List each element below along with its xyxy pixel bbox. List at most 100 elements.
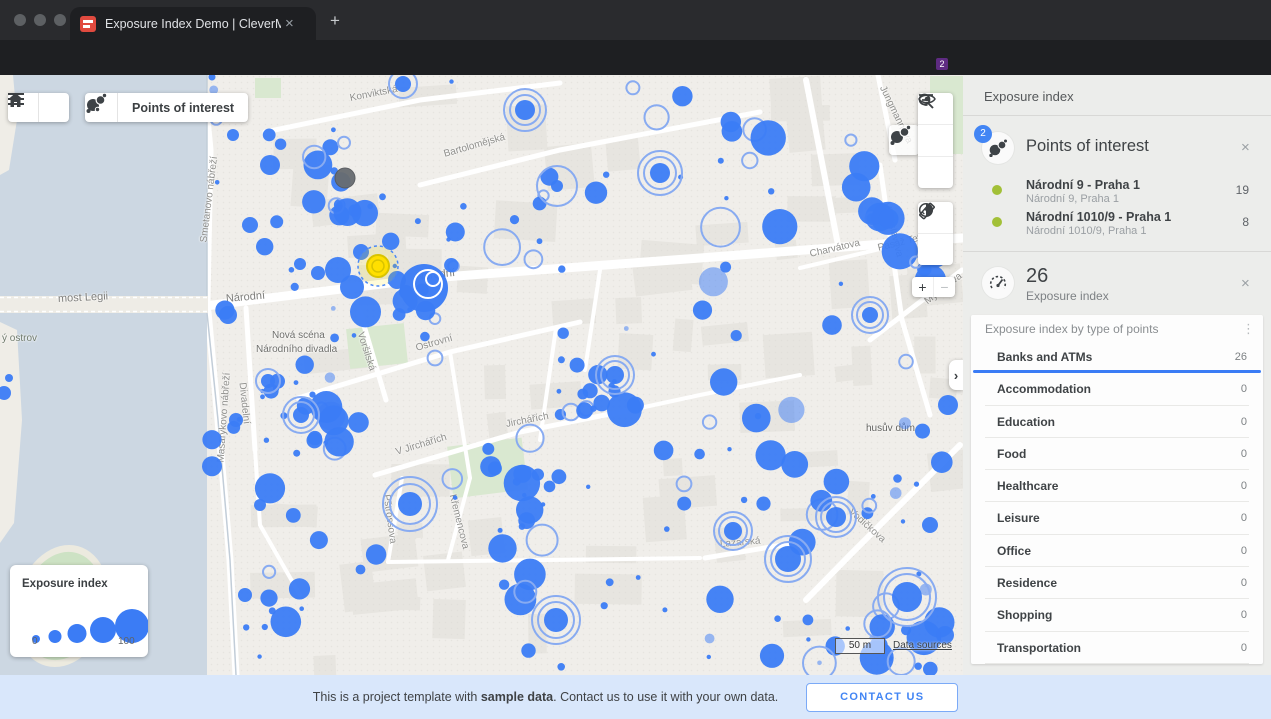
poi-bubble[interactable] xyxy=(842,173,871,202)
poi-bubble[interactable] xyxy=(938,395,958,415)
poi-bubble[interactable] xyxy=(741,497,747,503)
poi-bubble[interactable] xyxy=(515,100,535,120)
poi-bubble[interactable] xyxy=(703,415,716,428)
poi-bubble[interactable] xyxy=(603,172,609,178)
poi-bubble[interactable] xyxy=(310,531,328,549)
poi-bubble[interactable] xyxy=(624,326,629,331)
poi-bubble[interactable] xyxy=(331,127,336,132)
poi-bubble[interactable] xyxy=(727,447,731,451)
poi-bubble[interactable] xyxy=(557,663,565,671)
poi-bubble[interactable] xyxy=(705,634,715,644)
poi-bubble[interactable] xyxy=(395,76,411,92)
poi-bubble[interactable] xyxy=(558,265,565,272)
poi-bubble[interactable] xyxy=(488,461,502,475)
breakdown-row[interactable]: Leisure0 xyxy=(971,502,1263,534)
poi-bubble[interactable] xyxy=(662,607,667,612)
poi-bubble[interactable] xyxy=(263,129,276,142)
poi-bubble[interactable] xyxy=(202,430,221,449)
poi-bubble[interactable] xyxy=(576,402,593,419)
poi-bubble[interactable] xyxy=(601,602,608,609)
map-filter-button[interactable] xyxy=(918,125,953,157)
poi-bubble[interactable] xyxy=(289,267,295,273)
poi-bubble[interactable] xyxy=(899,417,911,429)
poi-bubble[interactable] xyxy=(275,139,286,150)
poi-bubble[interactable] xyxy=(742,404,771,433)
poi-bubble[interactable] xyxy=(243,624,249,630)
poi-bubble[interactable] xyxy=(810,490,832,512)
poi-bubble[interactable] xyxy=(915,424,930,439)
poi-bubble[interactable] xyxy=(260,155,280,175)
poi-bubble[interactable] xyxy=(352,333,357,338)
poi-bubble[interactable] xyxy=(654,441,674,461)
poi-bubble[interactable] xyxy=(264,438,269,443)
poi-bubble[interactable] xyxy=(899,355,913,369)
poi-bubble[interactable] xyxy=(415,218,421,224)
poi-bubble[interactable] xyxy=(299,606,304,611)
poi-bubble[interactable] xyxy=(209,75,216,81)
sidebar-expand-handle[interactable]: › xyxy=(949,360,963,390)
breakdown-row[interactable]: Office0 xyxy=(971,535,1263,567)
poi-bubble[interactable] xyxy=(845,626,850,631)
window-zoom-button[interactable] xyxy=(54,14,66,26)
poi-bubble[interactable] xyxy=(484,229,520,265)
poi-bubble[interactable] xyxy=(558,356,565,363)
poi-bubble[interactable] xyxy=(331,306,336,311)
poi-bubble[interactable] xyxy=(505,584,537,616)
poi-bubble[interactable] xyxy=(701,208,740,247)
poi-bubble[interactable] xyxy=(585,182,607,204)
poi-bubble[interactable] xyxy=(803,615,814,626)
poi-bubble[interactable] xyxy=(882,233,918,269)
poi-bubble[interactable] xyxy=(533,197,547,211)
poi-bubble[interactable] xyxy=(901,519,905,523)
poi-bubble[interactable] xyxy=(335,168,355,188)
map-measure-button[interactable] xyxy=(918,234,953,265)
poi-bubble[interactable] xyxy=(664,526,670,532)
poi-bubble[interactable] xyxy=(706,586,733,613)
poi-bubble[interactable] xyxy=(330,334,339,343)
poi-bubble[interactable] xyxy=(694,449,705,460)
poi-bubble[interactable] xyxy=(367,255,389,277)
poi-bubble[interactable] xyxy=(544,481,556,493)
index-section-close-icon[interactable]: × xyxy=(1241,275,1250,292)
poi-bubble[interactable] xyxy=(367,204,373,210)
poi-bubble[interactable] xyxy=(731,330,742,341)
poi-bubble[interactable] xyxy=(879,209,899,229)
poi-bubble[interactable] xyxy=(325,257,351,283)
poi-bubble[interactable] xyxy=(516,425,543,452)
poi-bubble[interactable] xyxy=(557,389,562,394)
home-button[interactable] xyxy=(39,93,69,122)
poi-bubble[interactable] xyxy=(324,427,353,456)
poi-bubble[interactable] xyxy=(449,79,453,83)
breakdown-row[interactable]: Food0 xyxy=(971,438,1263,470)
poi-bubble[interactable] xyxy=(778,397,804,423)
poi-bubble[interactable] xyxy=(260,590,277,607)
poi-bubble[interactable] xyxy=(570,358,585,373)
poi-bubble[interactable] xyxy=(504,465,540,501)
poi-section-close-icon[interactable]: × xyxy=(1241,139,1250,156)
poi-bubble[interactable] xyxy=(890,487,902,499)
poi-bubble[interactable] xyxy=(242,217,258,233)
poi-bubble[interactable] xyxy=(606,366,624,384)
breakdown-row[interactable]: Healthcare0 xyxy=(971,470,1263,502)
poi-bubble[interactable] xyxy=(822,315,842,335)
poi-bubble[interactable] xyxy=(577,389,588,400)
poi-bubble[interactable] xyxy=(0,386,11,400)
poi-bubble[interactable] xyxy=(270,215,283,228)
poi-bubble[interactable] xyxy=(775,546,801,572)
poi-bubble[interactable] xyxy=(724,522,742,540)
poi-bubble[interactable] xyxy=(862,307,878,323)
poi-bubble[interactable] xyxy=(311,266,325,280)
poi-bubble[interactable] xyxy=(645,105,669,129)
poi-bubble[interactable] xyxy=(398,492,422,516)
poi-bubble[interactable] xyxy=(5,374,13,382)
breakdown-row[interactable]: Shopping0 xyxy=(971,599,1263,631)
contact-us-button[interactable]: CONTACT US xyxy=(806,683,958,712)
poi-bubble[interactable] xyxy=(379,193,386,200)
map-visibility-button[interactable] xyxy=(918,157,953,188)
poi-bubble[interactable] xyxy=(202,456,222,476)
poi-bubble[interactable] xyxy=(760,644,784,668)
poi-bubble[interactable] xyxy=(552,469,567,484)
poi-layer-chip[interactable]: Points of interest xyxy=(85,93,248,122)
poi-bubble[interactable] xyxy=(826,507,846,527)
poi-bubble[interactable] xyxy=(510,215,519,224)
